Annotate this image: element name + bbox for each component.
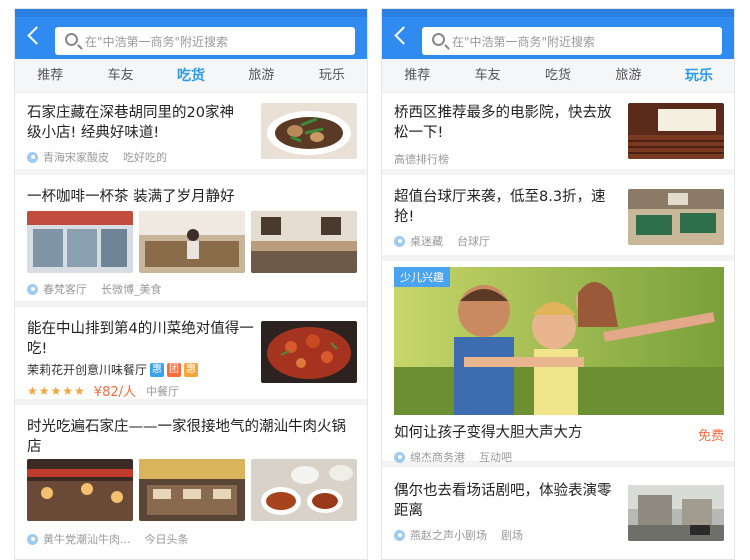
free-label: 免费 bbox=[697, 429, 724, 444]
location-pin-icon bbox=[27, 533, 38, 545]
cinema-thumbnail bbox=[628, 103, 724, 159]
interest-badge: 少儿兴趣 bbox=[394, 267, 450, 287]
theater-thumbnail bbox=[628, 485, 724, 541]
feed-item-title: 一杯咖啡一杯茶 装满了岁月静好 bbox=[27, 189, 235, 205]
tab-car[interactable]: 车友 bbox=[85, 59, 155, 92]
search-input[interactable]: 在"中浩第一商务"附近搜索 bbox=[422, 27, 722, 55]
feed-item-meta: 黄牛党潮汕牛肉... 今日头条 bbox=[27, 531, 189, 547]
header-bar: 在"中浩第一商务"附近搜索 bbox=[382, 9, 734, 59]
right-screen: 在"中浩第一商务"附近搜索 推荐 车友 吃货 旅游 玩乐 桥西区推荐最多的电影院… bbox=[381, 8, 735, 560]
price-per-person: ¥82/人 bbox=[93, 385, 136, 400]
food-thumbnail bbox=[261, 103, 357, 159]
star-rating-icon: ★★★★★ bbox=[27, 383, 86, 398]
feed-item-location: 绵杰商务港 bbox=[410, 451, 465, 464]
tab-food[interactable]: 吃货 bbox=[156, 59, 226, 92]
shop-line: 茉莉花开创意川味餐厅 惠 团 惠 bbox=[27, 361, 199, 378]
cafe-photo bbox=[27, 211, 133, 273]
search-placeholder: 在"中浩第一商务"附近搜索 bbox=[452, 35, 596, 49]
feed-item[interactable]: 时光吃遍石家庄——一家很接地气的潮汕牛肉火锅店 黄牛党潮汕牛肉... 今日头条 bbox=[15, 411, 367, 559]
tab-recommend[interactable]: 推荐 bbox=[382, 59, 452, 92]
feed-item-source: 长微博_美食 bbox=[101, 283, 162, 296]
feed-item[interactable]: 桥西区推荐最多的电影院，快去放松一下! 高德排行榜 bbox=[382, 95, 734, 175]
feed-item-source: 互动吧 bbox=[479, 451, 512, 464]
feed-item-location: 春梵客厅 bbox=[43, 283, 87, 296]
search-icon bbox=[65, 33, 78, 46]
feed-item-source: 高德排行榜 bbox=[394, 153, 449, 166]
tab-food[interactable]: 吃货 bbox=[523, 59, 593, 92]
feed-item[interactable]: 一杯咖啡一杯茶 装满了岁月静好 春梵客厅 长微博_美食 bbox=[15, 181, 367, 307]
cafe-photo bbox=[139, 211, 245, 273]
location-pin-icon bbox=[394, 529, 405, 541]
feed-item-meta: 燕赵之声小剧场 剧场 bbox=[394, 527, 523, 543]
status-bar bbox=[382, 9, 734, 17]
feed-item-source: 吃好吃的 bbox=[123, 151, 167, 164]
food-thumbnail bbox=[261, 321, 357, 383]
left-screen: 在"中浩第一商务"附近搜索 推荐 车友 吃货 旅游 玩乐 石家庄藏在深巷胡同里的… bbox=[14, 8, 368, 560]
feed-item-meta: 青海宋家酸皮 吃好吃的 bbox=[27, 149, 167, 165]
feed-item-location: 青海宋家酸皮 bbox=[43, 151, 109, 164]
location-pin-icon bbox=[27, 151, 38, 163]
feed-item[interactable]: 石家庄藏在深巷胡同里的20家神级小店! 经典好味道! 青海宋家酸皮 吃好吃的 bbox=[15, 95, 367, 175]
feed-item-title: 偶尔也去看场话剧吧，体验表演零距离 bbox=[394, 483, 612, 519]
search-icon bbox=[432, 33, 445, 46]
category-label: 中餐厅 bbox=[146, 384, 179, 398]
feed-item-source: 剧场 bbox=[501, 529, 523, 542]
feed-item-meta: 桌迷藏 台球厅 bbox=[394, 233, 490, 249]
feed-item-title: 时光吃遍石家庄——一家很接地气的潮汕牛肉火锅店 bbox=[27, 419, 346, 455]
family-photo: 少儿兴趣 bbox=[394, 267, 724, 415]
feed-item-source: 今日头条 bbox=[144, 533, 189, 546]
tab-car[interactable]: 车友 bbox=[452, 59, 522, 92]
tab-travel[interactable]: 旅游 bbox=[226, 59, 296, 92]
feed-item-title: 石家庄藏在深巷胡同里的20家神级小店! 经典好味道! bbox=[27, 105, 234, 141]
feed-item-location: 桌迷藏 bbox=[410, 235, 443, 248]
feed-item-title: 如何让孩子变得大胆大声大方 bbox=[394, 425, 583, 441]
search-input[interactable]: 在"中浩第一商务"附近搜索 bbox=[55, 27, 355, 55]
feed-item[interactable]: 超值台球厅来袭，低至8.3折，速抢! 桌迷藏 台球厅 bbox=[382, 181, 734, 261]
back-arrow-icon[interactable] bbox=[390, 25, 412, 47]
feed-item[interactable]: 能在中山排到第4的川菜绝对值得一吃! 茉莉花开创意川味餐厅 惠 团 惠 ★★★★… bbox=[15, 313, 367, 405]
hotpot-photo bbox=[251, 459, 357, 521]
shop-name: 茉莉花开创意川味餐厅 bbox=[27, 363, 148, 377]
header-bar: 在"中浩第一商务"附近搜索 bbox=[15, 9, 367, 59]
discount-tag-icon: 惠 bbox=[184, 362, 199, 377]
feed-item[interactable]: 少儿兴趣 如何让孩子变得大胆大声大方 免费 绵杰商务港 互动吧 bbox=[382, 267, 734, 467]
discount-tag-icon: 惠 bbox=[150, 362, 165, 377]
group-buy-tag-icon: 团 bbox=[167, 362, 182, 377]
feed-item-meta: 绵杰商务港 互动吧 bbox=[394, 449, 512, 465]
feed-item-meta: 高德排行榜 bbox=[394, 151, 449, 167]
tab-fun[interactable]: 玩乐 bbox=[297, 59, 367, 92]
location-pin-icon bbox=[394, 451, 405, 463]
feed-item[interactable]: 偶尔也去看场话剧吧，体验表演零距离 燕赵之声小剧场 剧场 bbox=[382, 473, 734, 559]
status-bar bbox=[15, 9, 367, 17]
feed-item-source: 台球厅 bbox=[457, 235, 490, 248]
category-tabs: 推荐 车友 吃货 旅游 玩乐 bbox=[382, 59, 734, 93]
feed-item-title: 桥西区推荐最多的电影院，快去放松一下! bbox=[394, 105, 612, 141]
feed-item-meta: 春梵客厅 长微博_美食 bbox=[27, 281, 162, 297]
restaurant-photo bbox=[139, 459, 245, 521]
search-placeholder: 在"中浩第一商务"附近搜索 bbox=[85, 35, 229, 49]
feed-item-location: 燕赵之声小剧场 bbox=[410, 529, 487, 542]
tab-recommend[interactable]: 推荐 bbox=[15, 59, 85, 92]
tab-travel[interactable]: 旅游 bbox=[593, 59, 663, 92]
billiards-thumbnail bbox=[628, 189, 724, 245]
feed-item-location: 黄牛党潮汕牛肉... bbox=[43, 533, 131, 546]
tab-fun[interactable]: 玩乐 bbox=[664, 59, 734, 92]
back-arrow-icon[interactable] bbox=[23, 25, 45, 47]
location-pin-icon bbox=[27, 283, 38, 295]
location-pin-icon bbox=[394, 235, 405, 247]
restaurant-photo bbox=[27, 459, 133, 521]
feed-item-title: 超值台球厅来袭，低至8.3折，速抢! bbox=[394, 189, 606, 225]
feed-item-title: 能在中山排到第4的川菜绝对值得一吃! bbox=[27, 321, 254, 357]
category-tabs: 推荐 车友 吃货 旅游 玩乐 bbox=[15, 59, 367, 93]
rating-line: ★★★★★ ¥82/人 中餐厅 bbox=[27, 381, 179, 401]
cafe-photo bbox=[251, 211, 357, 273]
